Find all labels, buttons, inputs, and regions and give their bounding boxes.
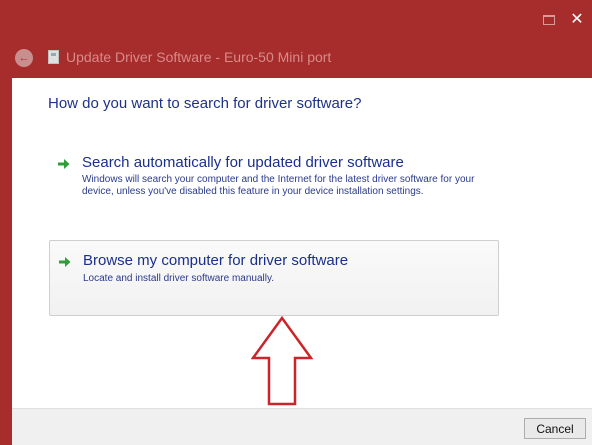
close-icon: ✕ <box>570 11 584 28</box>
device-wizard-icon <box>48 50 59 64</box>
red-outline-up-arrow-icon <box>251 316 313 406</box>
green-arrow-icon <box>59 257 71 267</box>
search-automatically-option[interactable]: Search automatically for updated driver … <box>49 149 499 224</box>
window-title: Update Driver Software - Euro-50 Mini po… <box>66 49 332 65</box>
restore-icon <box>543 15 555 25</box>
option-description: Locate and install driver software manua… <box>83 273 275 284</box>
browse-computer-option[interactable]: Browse my computer for driver software L… <box>49 240 499 316</box>
title-bar: ✕ ← Update Driver Software - Euro-50 Min… <box>0 0 592 78</box>
option-title: Browse my computer for driver software <box>83 252 349 269</box>
cancel-button[interactable]: Cancel <box>524 418 586 439</box>
back-arrow-icon: ← <box>18 52 30 64</box>
page-heading: How do you want to search for driver sof… <box>48 95 362 112</box>
option-title: Search automatically for updated driver … <box>82 154 404 171</box>
back-button[interactable]: ← <box>15 49 33 67</box>
close-button[interactable]: ✕ <box>566 10 588 30</box>
wizard-footer: Cancel <box>12 408 592 445</box>
green-arrow-icon <box>58 159 70 169</box>
restore-button[interactable] <box>538 10 560 30</box>
option-description: Windows will search your computer and th… <box>82 174 475 197</box>
update-driver-window: ✕ ← Update Driver Software - Euro-50 Min… <box>0 0 592 445</box>
